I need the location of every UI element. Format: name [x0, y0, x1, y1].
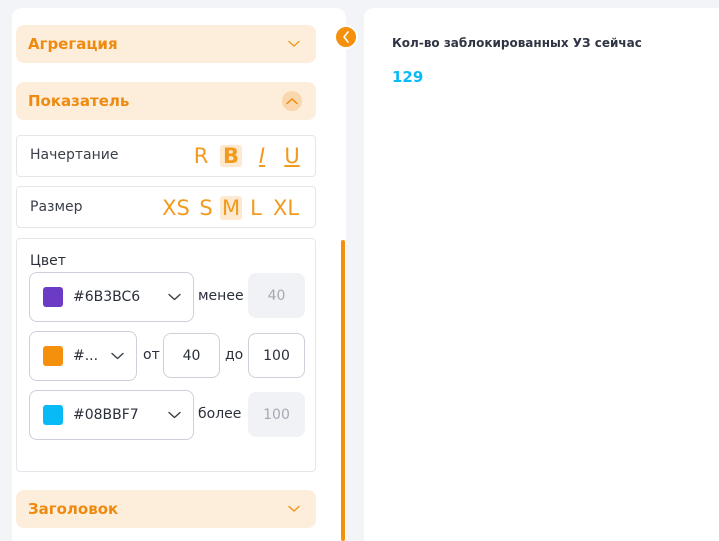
color-label: Цвет [30, 253, 66, 269]
metric-title: Кол-во заблокированных УЗ сейчас [392, 36, 642, 50]
font-style-label: Начертание [30, 147, 119, 163]
range-from-input[interactable]: 40 [163, 333, 220, 378]
condition-less-label: менее [198, 288, 244, 304]
size-m-button[interactable]: M [220, 196, 242, 220]
color-select-mid-value: #... [73, 348, 99, 364]
chevron-down-icon [286, 501, 302, 517]
style-italic-button[interactable]: I [253, 145, 271, 167]
font-style-row: Начертание R B I U [16, 135, 316, 177]
range-to-label: до [225, 347, 244, 363]
section-aggregation-title: Агрегация [28, 35, 118, 53]
style-underline-button[interactable]: U [282, 145, 302, 167]
size-xl-button[interactable]: XL [271, 196, 301, 220]
range-to-input[interactable]: 100 [248, 333, 305, 378]
section-header[interactable]: Заголовок [16, 490, 316, 528]
section-indicator[interactable]: Показатель [16, 82, 316, 120]
color-swatch-orange [43, 346, 63, 366]
style-bold-button[interactable]: B [220, 145, 242, 167]
color-select-mid[interactable]: #... [29, 331, 137, 381]
color-select-low[interactable]: #6B3BC6 [29, 272, 194, 322]
widget-preview: Кол-во заблокированных УЗ сейчас 129 [364, 8, 719, 541]
section-indicator-title: Показатель [28, 92, 130, 110]
value-less-input: 40 [248, 273, 305, 318]
color-select-high[interactable]: #08BBF7 [29, 390, 194, 440]
chevron-down-icon [168, 293, 181, 301]
font-size-row: Размер XS S M L XL [16, 186, 316, 228]
color-swatch-purple [43, 287, 63, 307]
font-size-label: Размер [30, 199, 83, 215]
size-l-button[interactable]: L [249, 196, 263, 220]
chevron-down-icon [111, 352, 124, 360]
size-s-button[interactable]: S [198, 196, 214, 220]
color-swatch-blue [43, 405, 63, 425]
range-from-label: от [143, 347, 160, 363]
settings-scrollbar[interactable] [341, 240, 345, 541]
metric-value: 129 [392, 68, 424, 86]
color-select-low-value: #6B3BC6 [73, 289, 141, 305]
section-aggregation[interactable]: Агрегация [16, 25, 316, 63]
chevron-down-icon [286, 36, 302, 52]
condition-more-label: более [198, 406, 242, 422]
value-more-input: 100 [248, 392, 305, 437]
chevron-up-icon [282, 91, 302, 111]
chevron-down-icon [168, 411, 181, 419]
chevron-left-icon [342, 31, 350, 43]
collapse-panel-button[interactable] [334, 25, 358, 49]
style-regular-button[interactable]: R [192, 145, 210, 167]
section-header-title: Заголовок [28, 500, 119, 518]
color-select-high-value: #08BBF7 [73, 407, 139, 423]
size-xs-button[interactable]: XS [161, 196, 191, 220]
color-rules-block: Цвет #6B3BC6 менее 40 #... от 40 до 100 … [16, 238, 316, 472]
